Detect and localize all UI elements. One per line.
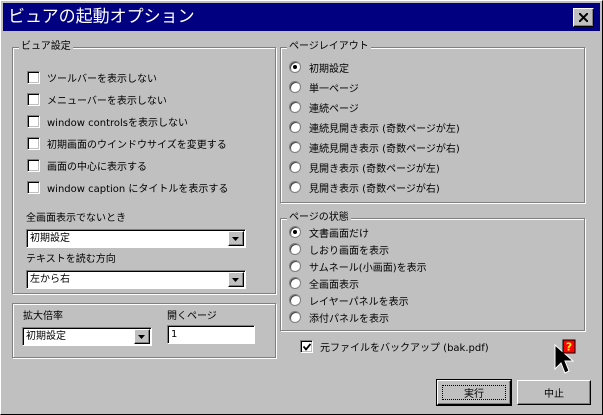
hide-menubar-checkbox[interactable]: メニューバーを表示しない <box>27 91 167 107</box>
state-option-document-only[interactable]: 文書画面だけ <box>289 224 369 240</box>
open-page-value: 1 <box>171 329 178 340</box>
open-page-label: 開くページ <box>167 311 217 322</box>
state-option-bookmarks[interactable]: しおり画面を表示 <box>289 241 389 257</box>
page-state-legend: ページの状態 <box>287 212 351 224</box>
radio-button[interactable] <box>289 61 301 73</box>
checkbox-label: window caption にタイトルを表示する <box>47 183 229 195</box>
checkbox-label: 初期画面のウインドウサイズを変更する <box>47 139 227 151</box>
help-cursor-icon: ? <box>554 339 576 374</box>
checkmark-icon <box>303 342 311 351</box>
fullscreen-select[interactable]: 初期設定 <box>26 229 246 248</box>
chevron-down-icon <box>138 335 145 339</box>
checkbox-label: ツールバーを表示しない <box>47 73 157 85</box>
layout-option-facing-right[interactable]: 見開き表示 (奇数ページが右) <box>289 179 440 195</box>
checkbox-box[interactable] <box>27 114 40 128</box>
radio-label: 単一ページ <box>309 83 359 95</box>
checkbox-box[interactable] <box>27 70 40 84</box>
radio-label: 全画面表示 <box>309 279 359 291</box>
zoom-select-value: 初期設定 <box>26 331 66 342</box>
checkbox-box[interactable] <box>27 180 40 194</box>
radio-label: レイヤーパネルを表示 <box>309 296 409 308</box>
checkbox-box[interactable] <box>27 92 40 106</box>
state-option-fullscreen[interactable]: 全画面表示 <box>289 275 359 291</box>
resize-window-checkbox[interactable]: 初期画面のウインドウサイズを変更する <box>27 135 227 151</box>
page-layout-group: ページレイアウト 初期設定 単一ページ 連続ページ 連続見開き表示 (奇数ページ… <box>280 41 585 203</box>
state-option-thumbnails[interactable]: サムネール(小画面)を表示 <box>289 258 427 274</box>
state-option-attachments[interactable]: 添付パネルを表示 <box>289 309 389 325</box>
options-dialog: ビュアの起動オプション ビュア設定 ツールバーを表示しない メニューバーを表示し… <box>0 0 603 415</box>
zoom-label: 拡大倍率 <box>23 311 63 322</box>
close-button[interactable] <box>573 8 594 27</box>
svg-text:?: ? <box>566 341 572 354</box>
checkbox-label: 画面の中心に表示する <box>47 161 147 173</box>
radio-button[interactable] <box>289 277 301 289</box>
cancel-button[interactable]: 中止 <box>517 380 591 405</box>
checkbox-label: 元ファイルをバックアップ (bak.pdf) <box>320 342 489 354</box>
radio-label: 見開き表示 (奇数ページが右) <box>309 183 440 195</box>
layout-option-facing-left[interactable]: 見開き表示 (奇数ページが左) <box>289 159 440 175</box>
fullscreen-select-value: 初期設定 <box>30 233 70 244</box>
state-option-layers[interactable]: レイヤーパネルを表示 <box>289 292 409 308</box>
caption-title-checkbox[interactable]: window caption にタイトルを表示する <box>27 179 228 195</box>
radio-button[interactable] <box>289 101 301 113</box>
cancel-button-label: 中止 <box>544 389 564 400</box>
zoom-select[interactable]: 初期設定 <box>22 327 152 346</box>
open-page-input[interactable]: 1 <box>167 325 255 344</box>
dropdown-button[interactable] <box>134 329 150 344</box>
radio-label: 初期設定 <box>309 63 349 75</box>
chevron-down-icon <box>232 237 239 241</box>
layout-option-continuous[interactable]: 連続ページ <box>289 99 359 115</box>
layout-option-continuous-facing-left[interactable]: 連続見開き表示 (奇数ページが左) <box>289 119 460 135</box>
run-button[interactable]: 実行 <box>436 379 512 406</box>
page-layout-legend: ページレイアウト <box>287 41 371 53</box>
focus-rect <box>442 385 506 400</box>
layout-option-default[interactable]: 初期設定 <box>289 59 349 75</box>
dropdown-button[interactable] <box>228 272 244 287</box>
checkbox-label: window controlsを表示しない <box>47 117 188 129</box>
page-state-group: ページの状態 文書画面だけ しおり画面を表示 サムネール(小画面)を表示 全画面… <box>280 212 585 331</box>
window-title: ビュアの起動オプション <box>8 7 195 27</box>
radio-button[interactable] <box>289 161 301 173</box>
hide-window-controls-checkbox[interactable]: window controlsを表示しない <box>27 113 188 129</box>
viewer-settings-legend: ビュア設定 <box>19 41 73 53</box>
close-icon <box>579 13 588 22</box>
radio-label: しおり画面を表示 <box>309 245 389 257</box>
radio-label: 添付パネルを表示 <box>309 313 389 325</box>
radio-label: 連続ページ <box>309 103 359 115</box>
fullscreen-label: 全画面表示でないとき <box>26 213 126 224</box>
reading-direction-value: 左から右 <box>30 274 70 285</box>
radio-button[interactable] <box>289 294 301 306</box>
checkbox-box[interactable] <box>300 339 313 353</box>
radio-button[interactable] <box>289 311 301 323</box>
radio-label: 見開き表示 (奇数ページが左) <box>309 163 440 175</box>
reading-direction-label: テキストを読む方向 <box>26 254 116 265</box>
viewer-settings-group: ビュア設定 ツールバーを表示しない メニューバーを表示しない window co… <box>12 41 276 294</box>
checkbox-label: メニューバーを表示しない <box>47 95 167 107</box>
checkbox-box[interactable] <box>27 158 40 172</box>
radio-label: 連続見開き表示 (奇数ページが左) <box>309 123 460 135</box>
radio-button[interactable] <box>289 260 301 272</box>
radio-button[interactable] <box>289 181 301 193</box>
radio-button[interactable] <box>289 243 301 255</box>
layout-option-single[interactable]: 単一ページ <box>289 79 359 95</box>
radio-button[interactable] <box>289 81 301 93</box>
checkbox-box[interactable] <box>27 136 40 150</box>
reading-direction-select[interactable]: 左から右 <box>26 270 246 289</box>
title-bar[interactable]: ビュアの起動オプション <box>3 3 600 31</box>
layout-option-continuous-facing-right[interactable]: 連続見開き表示 (奇数ページが右) <box>289 139 460 155</box>
chevron-down-icon <box>232 278 239 282</box>
center-window-checkbox[interactable]: 画面の中心に表示する <box>27 157 147 173</box>
radio-button[interactable] <box>289 121 301 133</box>
hide-toolbar-checkbox[interactable]: ツールバーを表示しない <box>27 69 157 85</box>
radio-label: サムネール(小画面)を表示 <box>309 262 427 274</box>
backup-checkbox[interactable]: 元ファイルをバックアップ (bak.pdf) <box>300 338 489 354</box>
radio-button[interactable] <box>289 141 301 153</box>
radio-label: 文書画面だけ <box>309 228 369 240</box>
zoom-page-group: 拡大倍率 初期設定 開くページ 1 <box>12 303 276 358</box>
dropdown-button[interactable] <box>228 231 244 246</box>
radio-label: 連続見開き表示 (奇数ページが右) <box>309 143 460 155</box>
radio-button[interactable] <box>289 226 301 238</box>
